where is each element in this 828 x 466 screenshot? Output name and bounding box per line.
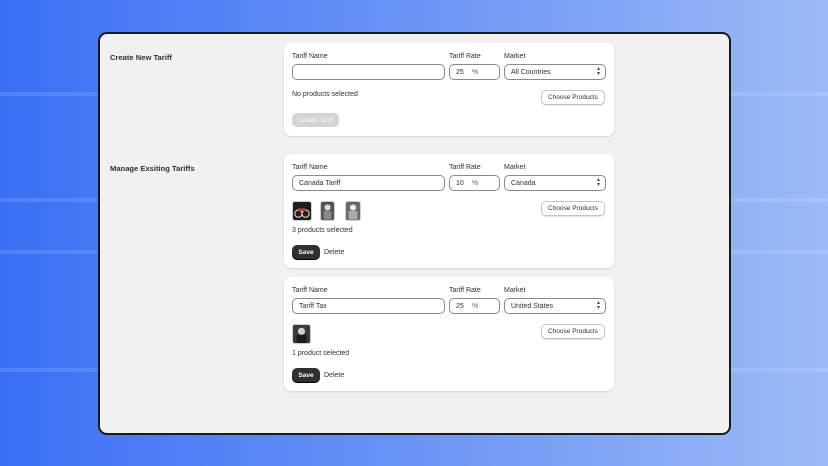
market-select[interactable]: Canada ▴ ▾: [504, 175, 606, 191]
tariff-rate-value: 25: [456, 68, 464, 76]
market-select-value: Canada: [511, 179, 536, 187]
market-select-value: United States: [511, 302, 554, 310]
market-select-value: All Countries: [511, 68, 551, 76]
create-tariff-button[interactable]: Create Tariff: [292, 113, 340, 127]
tariff-rate-value: 25: [456, 302, 464, 310]
product-thumbnail: [292, 324, 311, 344]
chevron-up-down-icon: ▴ ▾: [596, 300, 600, 311]
tariff-name-label: Tariff Name: [292, 164, 328, 171]
create-tariff-card: Tariff Name Tariff Rate 25 % Market All …: [284, 43, 614, 136]
tariff-name-label: Tariff Name: [292, 53, 328, 60]
delete-button[interactable]: Delete: [324, 372, 344, 379]
percent-suffix: %: [472, 180, 479, 187]
market-label: Market: [504, 287, 526, 294]
choose-products-button[interactable]: Choose Products: [541, 201, 605, 216]
tariff-name-label: Tariff Name: [292, 287, 328, 294]
tariff-rate-input[interactable]: 25 %: [449, 298, 500, 314]
tariff-rate-input[interactable]: 10 %: [449, 175, 500, 191]
market-label: Market: [504, 53, 526, 60]
create-section-title: Create New Tariff: [110, 53, 172, 62]
tariff-rate-input[interactable]: 25 %: [449, 64, 500, 80]
tariff-name-input[interactable]: Tariff Tax: [292, 298, 445, 314]
app-window: Create New Tariff Tariff Name Tariff Rat…: [98, 32, 731, 435]
tariff-rate-label: Tariff Rate: [449, 53, 481, 60]
delete-button[interactable]: Delete: [324, 249, 344, 256]
choose-products-button[interactable]: Choose Products: [541, 90, 605, 105]
tariff-rate-label: Tariff Rate: [449, 164, 481, 171]
tariff-rate-value: 10: [456, 179, 464, 187]
products-status-text: 1 product selected: [292, 350, 350, 357]
save-button[interactable]: Save: [292, 245, 320, 259]
percent-suffix: %: [472, 303, 479, 310]
market-select[interactable]: United States ▴ ▾: [504, 298, 606, 314]
tariff-name-input[interactable]: Canada Tariff: [292, 175, 445, 191]
market-label: Market: [504, 164, 526, 171]
percent-suffix: %: [472, 69, 479, 76]
product-thumbnail: [320, 201, 335, 221]
existing-tariff-card: Tariff Name Canada Tariff Tariff Rate 10…: [284, 154, 614, 268]
tariff-name-input[interactable]: [292, 64, 445, 80]
market-select[interactable]: All Countries ▴ ▾: [504, 64, 606, 80]
existing-tariff-card: Tariff Name Tariff Tax Tariff Rate 25 % …: [284, 277, 614, 391]
tariff-rate-label: Tariff Rate: [449, 287, 481, 294]
products-status-text: No products selected: [292, 91, 358, 98]
product-thumbnail: [292, 201, 312, 221]
choose-products-button[interactable]: Choose Products: [541, 324, 605, 339]
manage-section-title: Manage Exsiting Tariffs: [110, 164, 195, 173]
chevron-up-down-icon: ▴ ▾: [596, 66, 600, 77]
save-button[interactable]: Save: [292, 368, 320, 382]
product-thumbnail: [345, 201, 361, 221]
chevron-up-down-icon: ▴ ▾: [596, 177, 600, 188]
products-status-text: 3 products selected: [292, 227, 353, 234]
